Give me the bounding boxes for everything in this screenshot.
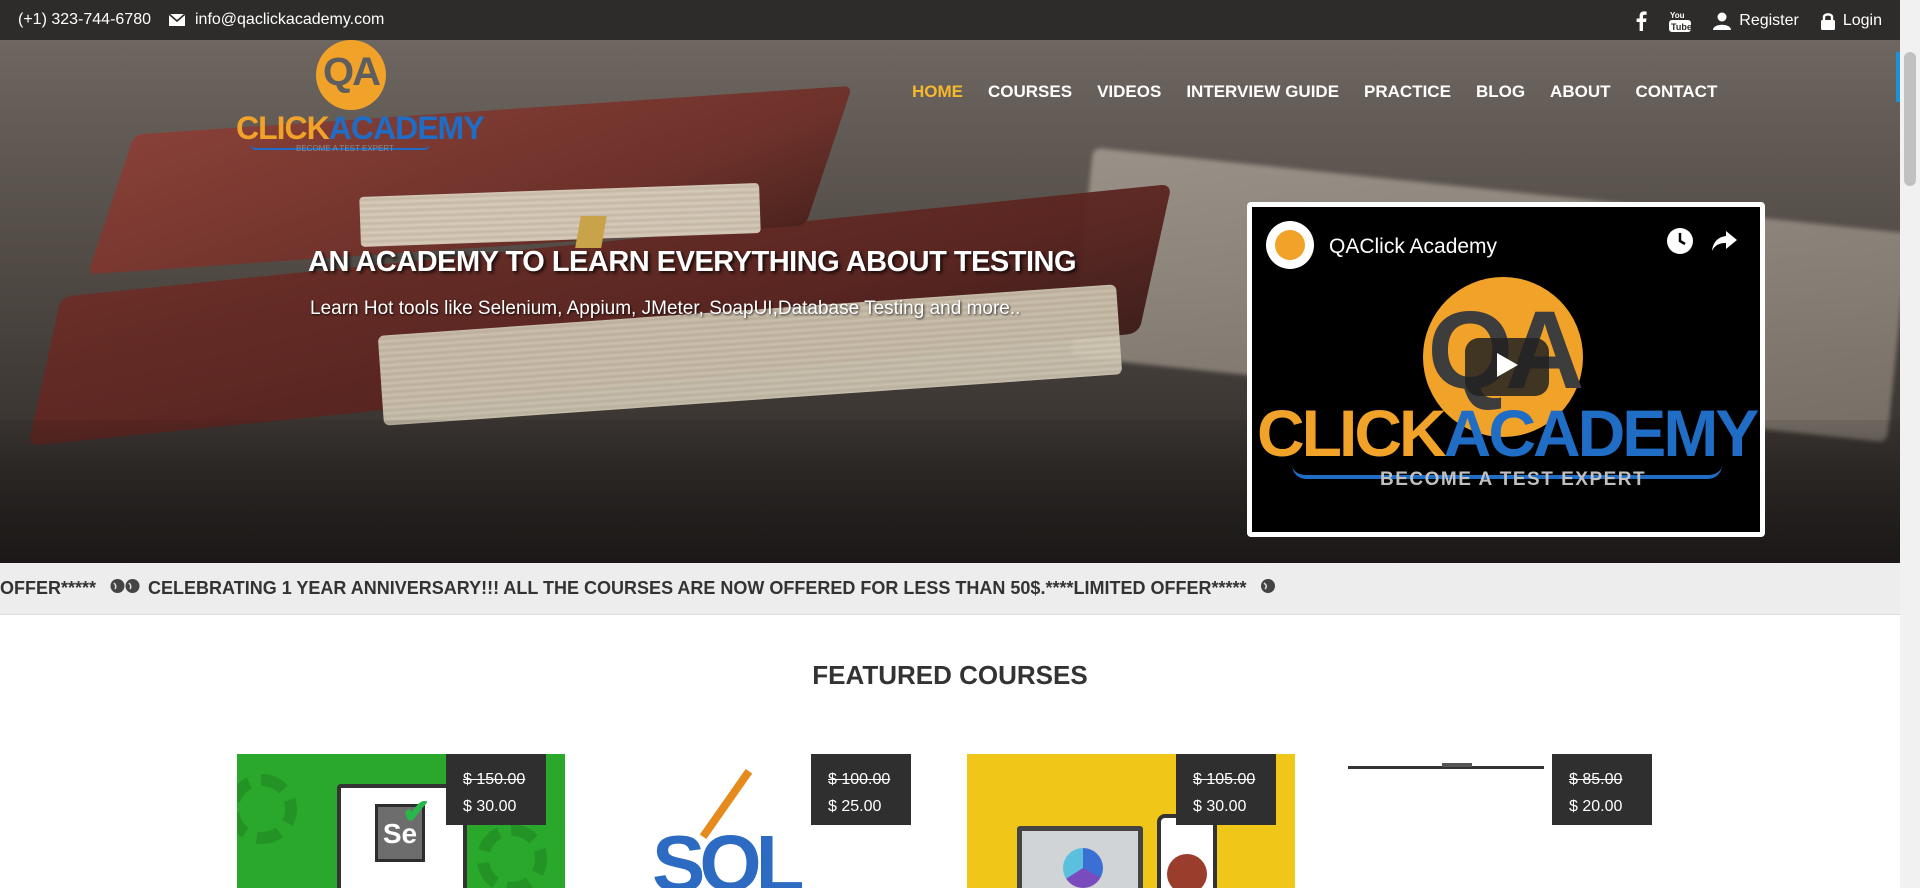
- nav-contact[interactable]: CONTACT: [1636, 82, 1718, 102]
- watch-later-icon[interactable]: [1666, 227, 1694, 260]
- new-price: $ 30.00: [1193, 798, 1247, 815]
- scrollbar-thumb[interactable]: [1904, 52, 1916, 186]
- lock-icon: [1820, 12, 1835, 30]
- nav-interview-guide[interactable]: INTERVIEW GUIDE: [1186, 82, 1339, 102]
- course-price-tag: $ 150.00 $ 30.00: [446, 754, 546, 825]
- nav-practice[interactable]: PRACTICE: [1364, 82, 1451, 102]
- ticker-lead: OFFER*****: [0, 578, 97, 598]
- nav-about[interactable]: ABOUT: [1550, 82, 1610, 102]
- globe-icon: [110, 578, 140, 599]
- youtube-icon[interactable]: You Tube: [1669, 9, 1692, 33]
- video-logo-wordmark: CLICKACADEMY: [1257, 396, 1759, 470]
- new-price: $ 20.00: [1569, 798, 1623, 815]
- browser-icon: [1063, 848, 1103, 888]
- user-icon: [1713, 12, 1732, 30]
- login-label: Login: [1842, 11, 1882, 29]
- channel-avatar[interactable]: [1266, 221, 1314, 269]
- nav-home[interactable]: HOME: [912, 82, 963, 102]
- old-price: $ 85.00: [1569, 771, 1623, 788]
- site-logo[interactable]: QA CLICKACADEMY BECOME A TEST EXPERT: [236, 40, 485, 160]
- course-price-tag: $ 85.00 $ 20.00: [1552, 754, 1652, 825]
- old-price: $ 100.00: [828, 771, 891, 788]
- nav-videos[interactable]: VIDEOS: [1097, 82, 1161, 102]
- video-logo-tagline: BECOME A TEST EXPERT: [1380, 469, 1647, 490]
- bug-icon: [1167, 854, 1207, 888]
- play-button[interactable]: [1465, 338, 1549, 396]
- share-icon[interactable]: [1710, 227, 1738, 260]
- announcement-ticker: OFFER***** CELEBRATING 1 YEAR ANNIVERSAR…: [0, 563, 1900, 615]
- hero-subtitle: Learn Hot tools like Selenium, Appium, J…: [310, 298, 1021, 319]
- nav-courses[interactable]: COURSES: [988, 82, 1072, 102]
- register-label: Register: [1739, 11, 1799, 29]
- envelope-icon: [168, 11, 185, 29]
- course-price-tag: $ 100.00 $ 25.00: [811, 754, 911, 825]
- vertical-scrollbar[interactable]: [1900, 0, 1920, 888]
- register-link[interactable]: Register: [1713, 12, 1799, 30]
- sql-illustration: SQL: [652, 819, 804, 888]
- logo-wordmark: CLICKACADEMY: [236, 110, 485, 146]
- ticker-message: CELEBRATING 1 YEAR ANNIVERSARY!!! ALL TH…: [148, 578, 1247, 598]
- new-price: $ 30.00: [463, 798, 517, 815]
- phone-number: (+1) 323-744-6780: [18, 11, 151, 28]
- nav-blog[interactable]: BLOG: [1476, 82, 1525, 102]
- course-image-nub: [1442, 763, 1472, 767]
- top-bar: (+1) 323-744-6780 info@qaclickacademy.co…: [0, 0, 1900, 40]
- play-icon: [1495, 352, 1519, 383]
- main-nav: HOME COURSES VIDEOS INTERVIEW GUIDE PRAC…: [912, 82, 1717, 102]
- globe-icon: [1260, 578, 1276, 599]
- logo-tagline: BECOME A TEST EXPERT: [296, 144, 394, 153]
- old-price: $ 105.00: [1193, 771, 1256, 788]
- login-link[interactable]: Login: [1820, 11, 1882, 30]
- course-price-tag: $ 105.00 $ 30.00: [1176, 754, 1276, 825]
- checkmark-icon: ✔: [402, 793, 431, 831]
- facebook-icon[interactable]: [1635, 11, 1647, 31]
- svg-text:You: You: [1670, 11, 1685, 20]
- new-price: $ 25.00: [828, 798, 882, 815]
- video-title[interactable]: QAClick Academy: [1329, 235, 1497, 259]
- hero-title: AN ACADEMY TO LEARN EVERYTHING ABOUT TES…: [308, 246, 1077, 278]
- svg-text:Tube: Tube: [1671, 22, 1691, 32]
- video-player[interactable]: QA CLICKACADEMY BECOME A TEST EXPERT QAC…: [1247, 202, 1765, 537]
- logo-qa: QA: [323, 50, 381, 94]
- old-price: $ 150.00: [463, 771, 526, 788]
- email-link[interactable]: info@qaclickacademy.com: [195, 11, 384, 29]
- featured-courses-heading: FEATURED COURSES: [812, 660, 1088, 690]
